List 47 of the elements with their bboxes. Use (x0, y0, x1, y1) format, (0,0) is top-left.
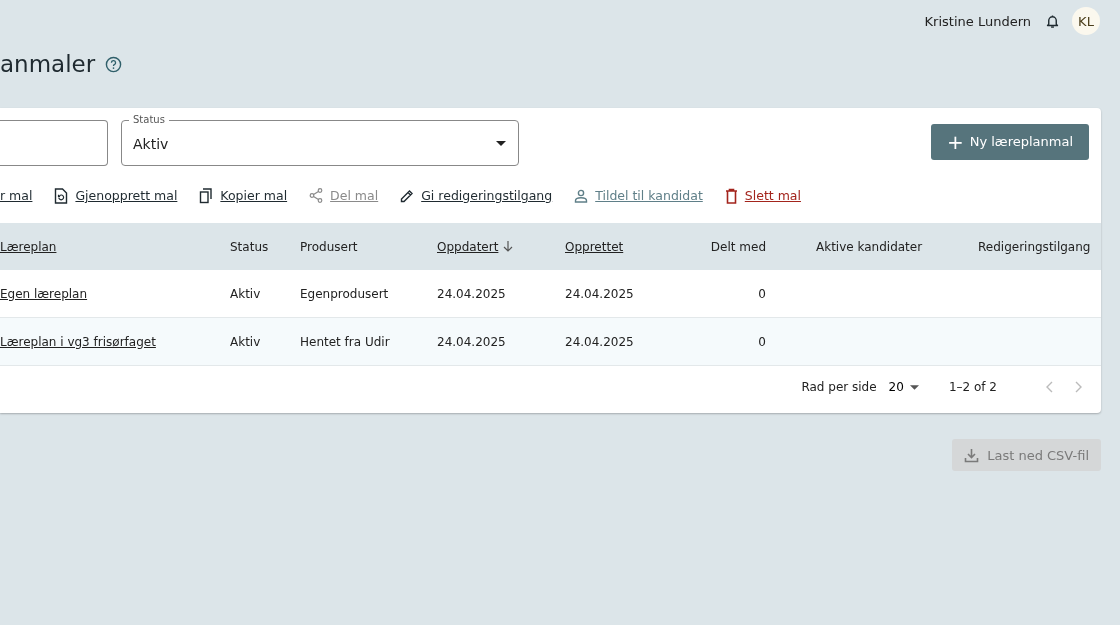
table-cell: Egenprodusert (300, 286, 389, 301)
column-header-sort[interactable]: Opprettet (565, 239, 624, 254)
column-header: Delt med (710, 239, 766, 254)
document-restore-icon (54, 187, 69, 204)
dropdown-caret-icon (909, 384, 919, 390)
action-link[interactable]: Gjenopprett mal (54, 187, 178, 204)
table-cell: Aktiv (230, 286, 261, 301)
share-icon (309, 188, 324, 203)
action-link[interactable]: r mal (0, 188, 33, 203)
table-cell: Hentet fra Udir (300, 334, 390, 349)
notification-bell-icon[interactable] (1045, 13, 1060, 29)
table-cell: Aktiv (230, 334, 261, 349)
table-cell: 24.04.2025 (565, 334, 634, 349)
page-title: anmaler (0, 51, 96, 77)
column-header: Redigeringstilgang (978, 239, 1091, 254)
column-header-sort[interactable]: Oppdatert (437, 239, 499, 254)
table-cell: 24.04.2025 (437, 334, 506, 349)
pencil-icon (400, 188, 415, 203)
table-cell: 24.04.2025 (565, 286, 634, 301)
table-cell: 0 (758, 334, 766, 349)
table-row[interactable]: Læreplan i vg3 frisørfaget Aktiv Hentet fra Udir 24.04.2025 24.04.2025 0 (0, 318, 1101, 366)
status-select[interactable]: Status Aktiv (121, 114, 519, 166)
copy-icon (199, 187, 214, 204)
help-icon[interactable] (105, 55, 123, 73)
user-name: Kristine Lundern (924, 13, 1031, 29)
rows-per-page-label: Rad per side (801, 380, 877, 394)
column-header: Produsert (300, 239, 358, 254)
table-cell: 0 (758, 286, 766, 301)
action-link[interactable]: Gi redigeringstilgang (400, 188, 553, 203)
action-link[interactable]: Kopier mal (199, 187, 288, 204)
rows-per-page-select[interactable]: 20 (888, 380, 919, 394)
user-avatar[interactable]: KL (1072, 7, 1100, 35)
column-header: Aktive kandidater (816, 239, 923, 254)
trash-icon (724, 187, 738, 204)
action-link[interactable]: Tildel til kandidat (574, 188, 703, 203)
template-link[interactable]: Egen læreplan (0, 286, 88, 301)
column-header-sort[interactable]: Læreplan (0, 239, 57, 254)
template-link[interactable]: Læreplan i vg3 frisørfaget (0, 334, 156, 349)
person-icon (574, 188, 589, 203)
action-link[interactable]: Slett mal (724, 187, 801, 204)
dropdown-caret-icon (496, 141, 506, 146)
search-field[interactable] (0, 120, 108, 166)
download-icon (964, 447, 980, 463)
column-header: Status (230, 239, 269, 254)
new-template-button[interactable]: + Ny læreplanmal (930, 123, 1089, 160)
table-cell: 24.04.2025 (437, 286, 506, 301)
page-range: 1–2 of 2 (948, 380, 997, 394)
